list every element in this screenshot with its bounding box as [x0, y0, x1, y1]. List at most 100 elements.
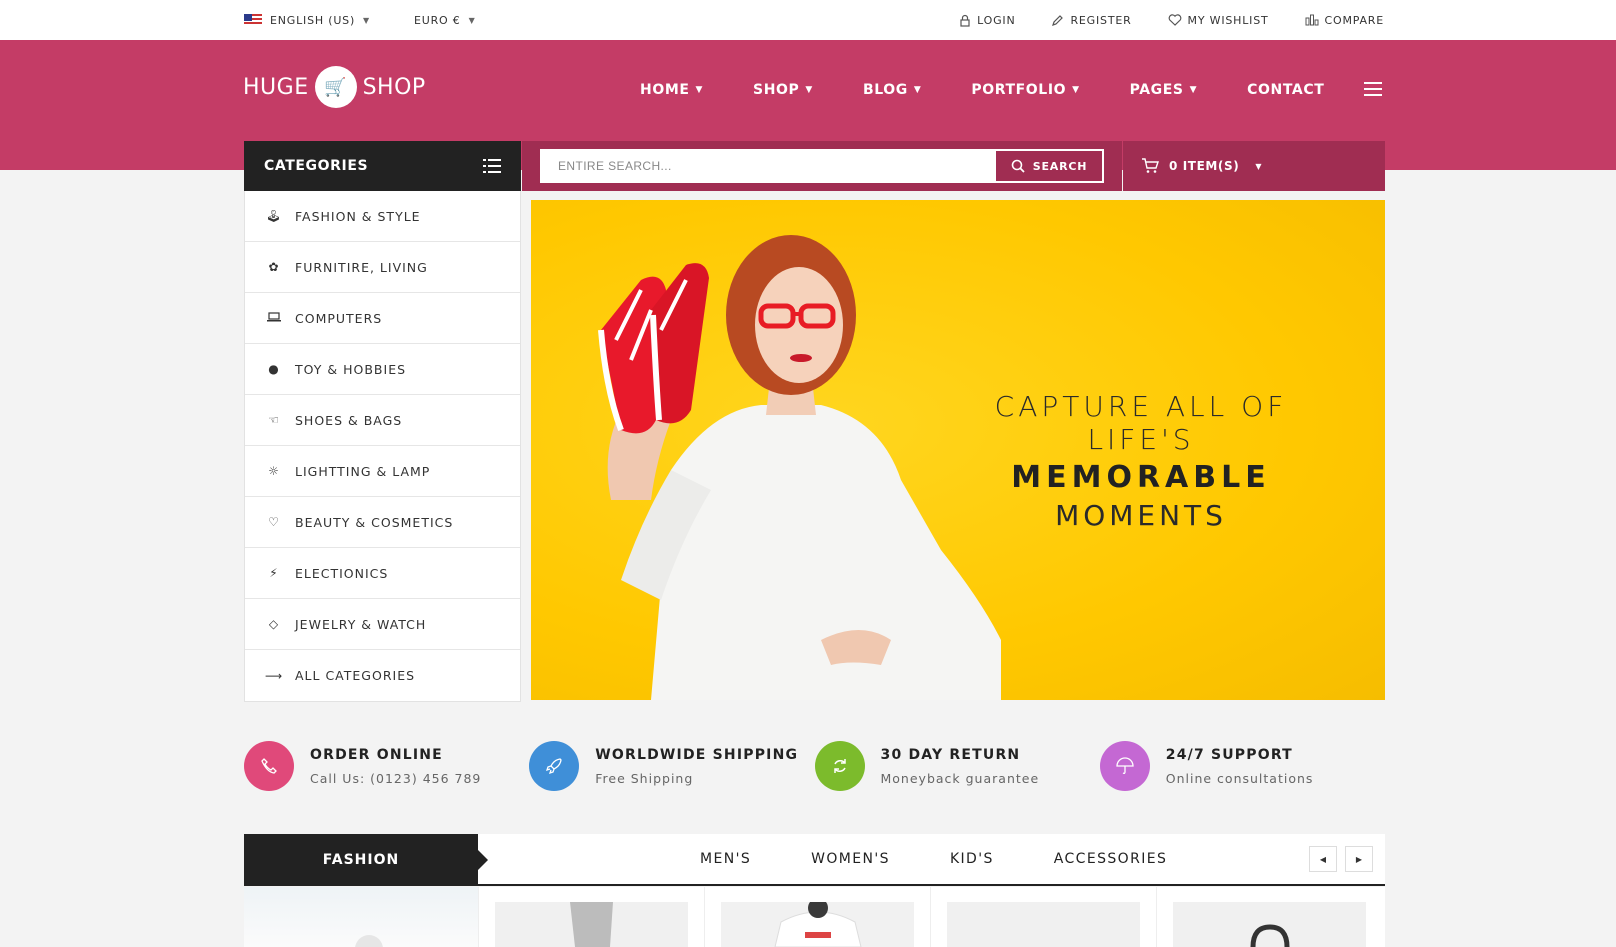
next-arrow-icon[interactable]: ▶ — [1345, 846, 1373, 872]
lock-icon — [960, 14, 970, 27]
product-tabs: FASHION MEN'S WOMEN'S KID'S ACCESSORIES … — [244, 834, 1385, 886]
feature-30-day-return: 30 DAY RETURN Moneyback guarantee — [814, 740, 1100, 792]
nav-portfolio-label: PORTFOLIO — [971, 82, 1067, 98]
search-icon — [1011, 159, 1025, 173]
language-label: ENGLISH (US) — [270, 13, 356, 27]
category-label: JEWELRY & WATCH — [295, 616, 427, 632]
rocket-icon — [529, 741, 580, 791]
banner-line-1: CAPTURE ALL OF LIFE'S — [994, 390, 1288, 456]
category-label: SHOES & BAGS — [295, 412, 403, 428]
hamburger-menu-icon[interactable] — [1364, 82, 1382, 96]
feature-title: WORLDWIDE SHIPPING — [595, 746, 799, 763]
product-card[interactable] — [930, 887, 1156, 947]
bar-chart-icon — [1305, 14, 1319, 26]
category-item-electronics[interactable]: ⚡ ELECTIONICS — [245, 548, 520, 599]
banner-headline: CAPTURE ALL OF LIFE'S MEMORABLE MOMENTS — [941, 390, 1341, 532]
nav-pages-label: PAGES — [1129, 82, 1184, 98]
category-label: FURNITIRE, LIVING — [295, 259, 428, 275]
feature-title: ORDER ONLINE — [310, 746, 443, 763]
cart-count: 0 ITEM(S) — [1169, 159, 1240, 173]
category-item-toys[interactable]: ● TOY & HOBBIES — [245, 344, 520, 395]
fashion-promo-image[interactable] — [244, 887, 478, 947]
categories-toggle[interactable]: CATEGORIES — [244, 141, 521, 191]
nav-shop-label: SHOP — [753, 82, 800, 98]
phone-icon — [244, 741, 294, 791]
product-card[interactable] — [704, 887, 930, 947]
arrow-right-icon: ⟶ — [265, 668, 284, 683]
site-logo[interactable]: HUGE 🛒 SHOP — [243, 65, 426, 109]
search-input[interactable] — [542, 151, 996, 181]
feature-subtitle: Call Us: (0123) 456 789 — [310, 770, 482, 786]
product-image — [1173, 902, 1366, 947]
plant-icon: ✿ — [268, 260, 280, 274]
nav-home-label: HOME — [640, 82, 690, 98]
category-list: 🕹 FASHION & STYLE ✿ FURNITIRE, LIVING COMP… — [244, 191, 521, 702]
category-label: LIGHTTING & LAMP — [295, 463, 431, 479]
chevron-down-icon: ▼ — [363, 15, 370, 25]
category-item-fashion[interactable]: 🕹 FASHION & STYLE — [245, 191, 520, 242]
category-item-furniture[interactable]: ✿ FURNITIRE, LIVING — [245, 242, 520, 293]
product-image — [721, 902, 914, 947]
tab-kids[interactable]: KID'S — [950, 851, 994, 867]
tab-accessories[interactable]: ACCESSORIES — [1054, 851, 1168, 867]
category-item-jewelry[interactable]: ◇ JEWELRY & WATCH — [245, 599, 520, 650]
feature-title: 24/7 SUPPORT — [1165, 746, 1293, 763]
tab-womens[interactable]: WOMEN'S — [811, 851, 890, 867]
search-bar: SEARCH — [522, 141, 1122, 191]
thumbs-up-icon: ☜ — [268, 413, 280, 427]
sun-icon: ☼ — [268, 464, 280, 478]
wishlist-link[interactable]: MY WISHLIST — [1168, 14, 1269, 27]
login-link[interactable]: LOGIN — [959, 14, 1015, 27]
nav-contact[interactable]: CONTACT — [1247, 82, 1324, 98]
feature-subtitle: Online consultations — [1165, 770, 1314, 786]
tab-fashion[interactable]: FASHION — [244, 834, 488, 886]
product-grid — [244, 887, 1385, 947]
banner-line-2: MEMORABLE — [1011, 460, 1271, 495]
logo-text-left: HUGE — [243, 74, 309, 100]
nav-blog[interactable]: BLOG ▼ — [863, 82, 921, 98]
currency-selector[interactable]: EURO € ▼ — [414, 14, 476, 27]
category-item-lighting[interactable]: ☼ LIGHTTING & LAMP — [245, 446, 520, 497]
product-card[interactable] — [478, 887, 704, 947]
login-label: LOGIN — [977, 13, 1016, 27]
currency-label: EURO € — [414, 13, 461, 27]
person-icon: 🕹 — [265, 209, 283, 223]
register-link[interactable]: REGISTER — [1051, 14, 1131, 27]
category-item-all[interactable]: ⟶ ALL CATEGORIES — [245, 650, 520, 701]
tab-mens[interactable]: MEN'S — [700, 851, 751, 867]
feature-order-online: ORDER ONLINE Call Us: (0123) 456 789 — [244, 740, 529, 792]
nav-portfolio[interactable]: PORTFOLIO ▼ — [971, 82, 1079, 98]
nav-shop[interactable]: SHOP ▼ — [753, 82, 813, 98]
category-label: COMPUTERS — [295, 310, 383, 326]
heart-icon — [1168, 14, 1181, 26]
umbrella-icon — [1099, 741, 1150, 791]
prev-arrow-icon[interactable]: ◀ — [1309, 846, 1337, 872]
category-item-beauty[interactable]: ♡ BEAUTY & COSMETICS — [245, 497, 520, 548]
tab-links: MEN'S WOMEN'S KID'S ACCESSORIES — [700, 834, 1227, 884]
chevron-down-icon: ▼ — [913, 85, 922, 95]
top-bar: ENGLISH (US) ▼ EURO € ▼ LOGIN REGISTER M… — [0, 0, 1616, 40]
compare-label: COMPARE — [1324, 13, 1384, 27]
list-icon — [483, 159, 501, 173]
paw-icon: ● — [268, 362, 280, 376]
nav-contact-label: CONTACT — [1247, 82, 1325, 98]
nav-pages[interactable]: PAGES ▼ — [1130, 82, 1197, 98]
wishlist-label: MY WISHLIST — [1187, 13, 1269, 27]
category-label: TOY & HOBBIES — [295, 361, 407, 377]
category-label: BEAUTY & COSMETICS — [295, 514, 454, 530]
category-item-shoes[interactable]: ☜ SHOES & BAGS — [245, 395, 520, 446]
cart-dropdown[interactable]: 0 ITEM(S) ▼ — [1123, 141, 1385, 191]
search-button[interactable]: SEARCH — [996, 151, 1102, 181]
nav-blog-label: BLOG — [862, 82, 908, 98]
nav-home[interactable]: HOME ▼ — [640, 82, 703, 98]
product-card[interactable] — [1156, 887, 1382, 947]
chevron-down-icon: ▼ — [1189, 85, 1198, 95]
category-label: ELECTIONICS — [295, 565, 389, 581]
category-item-computers[interactable]: COMPUTERS — [245, 293, 520, 344]
banner-line-3: MOMENTS — [1055, 499, 1227, 532]
chevron-down-icon: ▼ — [695, 85, 704, 95]
feature-subtitle: Free Shipping — [595, 770, 694, 786]
compare-link[interactable]: COMPARE — [1305, 14, 1384, 27]
language-selector[interactable]: ENGLISH (US) ▼ — [244, 14, 370, 27]
hero-banner[interactable]: CAPTURE ALL OF LIFE'S MEMORABLE MOMENTS — [531, 200, 1385, 700]
